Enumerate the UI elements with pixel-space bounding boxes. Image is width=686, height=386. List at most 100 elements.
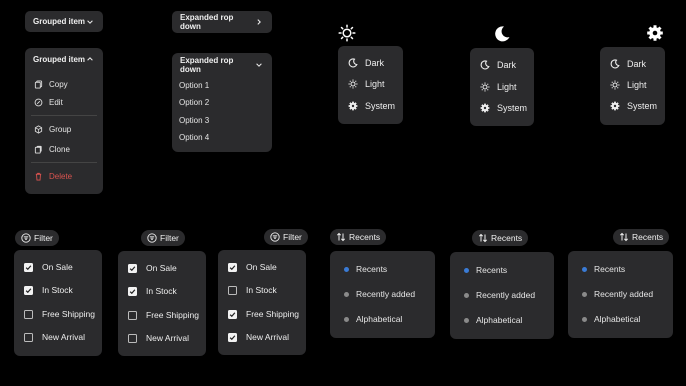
sort-arrows-icon xyxy=(478,233,488,243)
expanded-dropdown-header[interactable]: Expanded rop down xyxy=(172,53,272,77)
gear-icon xyxy=(480,103,490,113)
sort-label: Recents xyxy=(491,233,523,243)
unselected-dot-icon xyxy=(582,316,587,322)
filter-option[interactable]: New Arrival xyxy=(128,333,189,343)
theme-option-light[interactable]: Light xyxy=(348,79,385,89)
theme-option-system[interactable]: System xyxy=(480,103,527,113)
menu-item-group[interactable]: Group xyxy=(33,124,71,134)
dropdown-option[interactable]: Option 2 xyxy=(179,98,209,107)
checkbox-unchecked[interactable] xyxy=(24,309,33,319)
dropdown-option[interactable]: Option 1 xyxy=(179,81,209,90)
sort-button[interactable]: Recents xyxy=(472,230,529,246)
sort-arrows-icon xyxy=(336,232,346,242)
menu-item-label: Clone xyxy=(49,144,70,154)
expanded-dropdown-label: Expanded rop down xyxy=(180,13,234,31)
sort-option[interactable]: Recently added xyxy=(464,290,535,300)
menu-item-clone[interactable]: Clone xyxy=(33,144,70,154)
dropdown-option[interactable]: Option 3 xyxy=(179,116,209,125)
checkbox-checked[interactable] xyxy=(128,286,137,296)
filter-option[interactable]: New Arrival xyxy=(228,332,289,342)
sort-option[interactable]: Recently added xyxy=(344,289,415,299)
grouped-item-header-label: Grouped item xyxy=(33,54,86,64)
filter-option[interactable]: Free Shipping xyxy=(24,309,95,319)
theme-option-dark[interactable]: Dark xyxy=(480,60,516,70)
filter-button[interactable]: Filter xyxy=(141,230,185,246)
menu-item-label: Edit xyxy=(49,97,63,107)
sort-option[interactable]: Recents xyxy=(344,264,387,274)
sort-option[interactable]: Alphabetical xyxy=(344,314,402,324)
filter-option[interactable]: On Sale xyxy=(24,262,73,272)
filter-option[interactable]: On Sale xyxy=(128,263,177,273)
checkbox-checked[interactable] xyxy=(24,285,33,295)
theme-option-system[interactable]: System xyxy=(610,101,657,111)
sort-menu-3: Recents Recently added Alphabetical xyxy=(568,251,673,338)
filter-option[interactable]: In Stock xyxy=(228,285,277,295)
sort-option[interactable]: Recents xyxy=(464,265,507,275)
menu-item-delete[interactable]: Delete xyxy=(33,171,72,181)
selected-dot-icon xyxy=(344,266,349,272)
theme-option-light[interactable]: Light xyxy=(610,80,647,90)
theme-option-label: Dark xyxy=(365,58,385,68)
dropdown-option[interactable]: Option 4 xyxy=(179,133,209,142)
expanded-dropdown-menu: Expanded rop down Option 1 Option 2 Opti… xyxy=(172,53,272,152)
moon-icon xyxy=(610,59,620,69)
filter-option-label: New Arrival xyxy=(146,333,189,343)
theme-option-dark[interactable]: Dark xyxy=(348,58,384,68)
checkbox-checked[interactable] xyxy=(228,332,237,342)
theme-option-label: Light xyxy=(627,80,647,90)
grouped-item-header[interactable]: Grouped item xyxy=(25,48,103,70)
theme-option-dark[interactable]: Dark xyxy=(610,59,646,69)
moon-icon[interactable] xyxy=(493,25,511,43)
theme-menu-2: Dark Light System xyxy=(470,48,534,126)
sort-button[interactable]: Recents xyxy=(613,229,670,245)
checkbox-unchecked[interactable] xyxy=(228,285,237,295)
gear-icon[interactable] xyxy=(646,24,664,42)
sort-option[interactable]: Alphabetical xyxy=(582,314,640,324)
menu-item-copy[interactable]: Copy xyxy=(33,79,68,89)
unselected-dot-icon xyxy=(582,291,587,297)
chevron-up-icon xyxy=(85,54,95,64)
sort-option[interactable]: Alphabetical xyxy=(464,315,522,325)
filter-label: Filter xyxy=(160,233,179,243)
theme-option-light[interactable]: Light xyxy=(480,82,517,92)
menu-item-label: Copy xyxy=(49,79,68,89)
sort-option[interactable]: Recents xyxy=(582,264,625,274)
expanded-dropdown-button[interactable]: Expanded rop down xyxy=(172,11,272,33)
checkbox-checked[interactable] xyxy=(24,262,33,272)
sort-option-label: Alphabetical xyxy=(594,314,641,324)
menu-item-edit[interactable]: Edit xyxy=(33,97,63,107)
filter-option[interactable]: Free Shipping xyxy=(228,309,299,319)
filter-option[interactable]: Free Shipping xyxy=(128,310,199,320)
filter-label: Filter xyxy=(34,233,53,243)
sun-icon[interactable] xyxy=(338,24,356,42)
sun-icon xyxy=(610,80,620,90)
filter-option-label: Free Shipping xyxy=(246,309,299,319)
checkbox-checked[interactable] xyxy=(228,262,237,272)
sort-button[interactable]: Recents xyxy=(330,229,387,245)
filter-button[interactable]: Filter xyxy=(15,230,59,246)
theme-option-system[interactable]: System xyxy=(348,101,395,111)
filter-option[interactable]: In Stock xyxy=(24,285,73,295)
chevron-right-icon xyxy=(254,17,264,27)
checkbox-unchecked[interactable] xyxy=(128,310,137,320)
grouped-item-button[interactable]: Grouped item xyxy=(25,11,103,32)
filter-option[interactable]: On Sale xyxy=(228,262,277,272)
sort-option[interactable]: Recently added xyxy=(582,289,653,299)
checkbox-checked[interactable] xyxy=(228,309,237,319)
checkbox-unchecked[interactable] xyxy=(24,332,33,342)
menu-item-label: Delete xyxy=(49,171,73,181)
checkbox-unchecked[interactable] xyxy=(128,333,137,343)
sort-option-label: Recently added xyxy=(476,290,536,300)
filter-option-label: Free Shipping xyxy=(42,309,95,319)
filter-option[interactable]: New Arrival xyxy=(24,332,85,342)
theme-option-label: System xyxy=(365,101,396,111)
chevron-down-icon xyxy=(254,60,264,70)
menu-divider xyxy=(31,115,97,116)
trash-icon xyxy=(33,171,43,181)
sun-icon xyxy=(480,82,490,92)
group-icon xyxy=(33,124,43,134)
filter-button[interactable]: Filter xyxy=(264,229,308,245)
edit-icon xyxy=(33,97,43,107)
checkbox-checked[interactable] xyxy=(128,263,137,273)
filter-option[interactable]: In Stock xyxy=(128,286,177,296)
